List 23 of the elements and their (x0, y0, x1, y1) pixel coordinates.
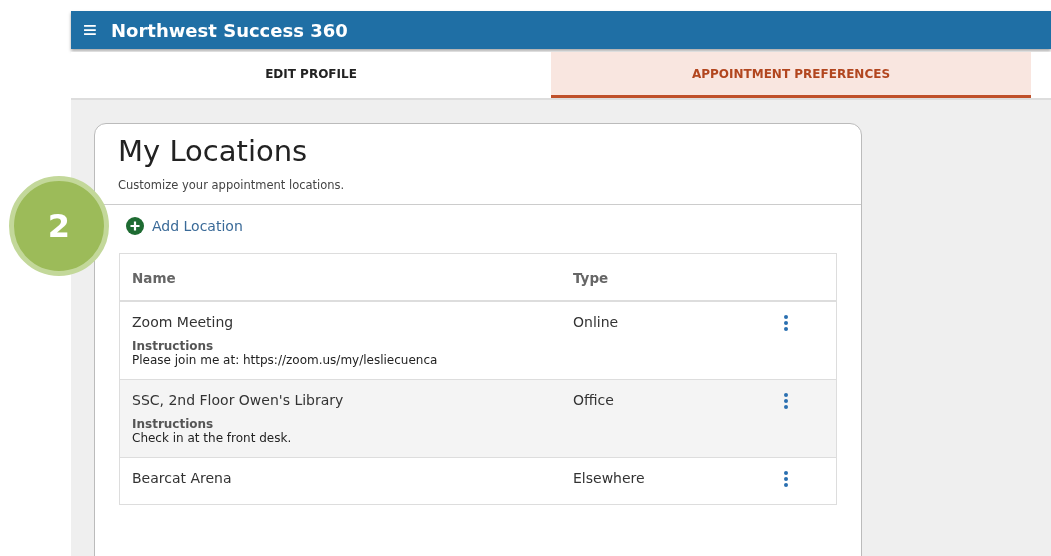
more-options-button[interactable] (781, 314, 791, 332)
location-type: Office (573, 392, 615, 410)
column-header: Type (573, 270, 610, 286)
location-type: Elsewhere (573, 470, 646, 488)
more-options-button[interactable] (781, 392, 791, 410)
column-header: Name (132, 270, 177, 286)
more-options-button[interactable] (781, 470, 791, 488)
step-badge: 2 (9, 176, 109, 276)
tab[interactable]: APPOINTMENT PREFERENCES (551, 52, 1031, 98)
location-name: Zoom Meeting (132, 314, 235, 330)
instructions-label: Instructions (132, 339, 215, 353)
instructions-text: Check in at the front desk. (132, 431, 293, 445)
card-subtitle: Customize your appointment locations. (118, 178, 346, 192)
menu-button[interactable]: ≡ (83, 18, 97, 42)
add-location-link[interactable]: Add Location (126, 217, 243, 235)
location-name: SSC, 2nd Floor Owen's Library (132, 392, 345, 408)
plus-circle-icon (126, 217, 144, 235)
location-type: Online (573, 314, 620, 332)
card-title: My Locations (118, 134, 309, 168)
instructions-text: Please join me at: https://zoom.us/my/lesliecuenca (132, 353, 439, 367)
instructions-label: Instructions (132, 417, 215, 431)
location-name: Bearcat Arena (132, 470, 233, 486)
app-title: Northwest Success 360 (111, 19, 348, 41)
